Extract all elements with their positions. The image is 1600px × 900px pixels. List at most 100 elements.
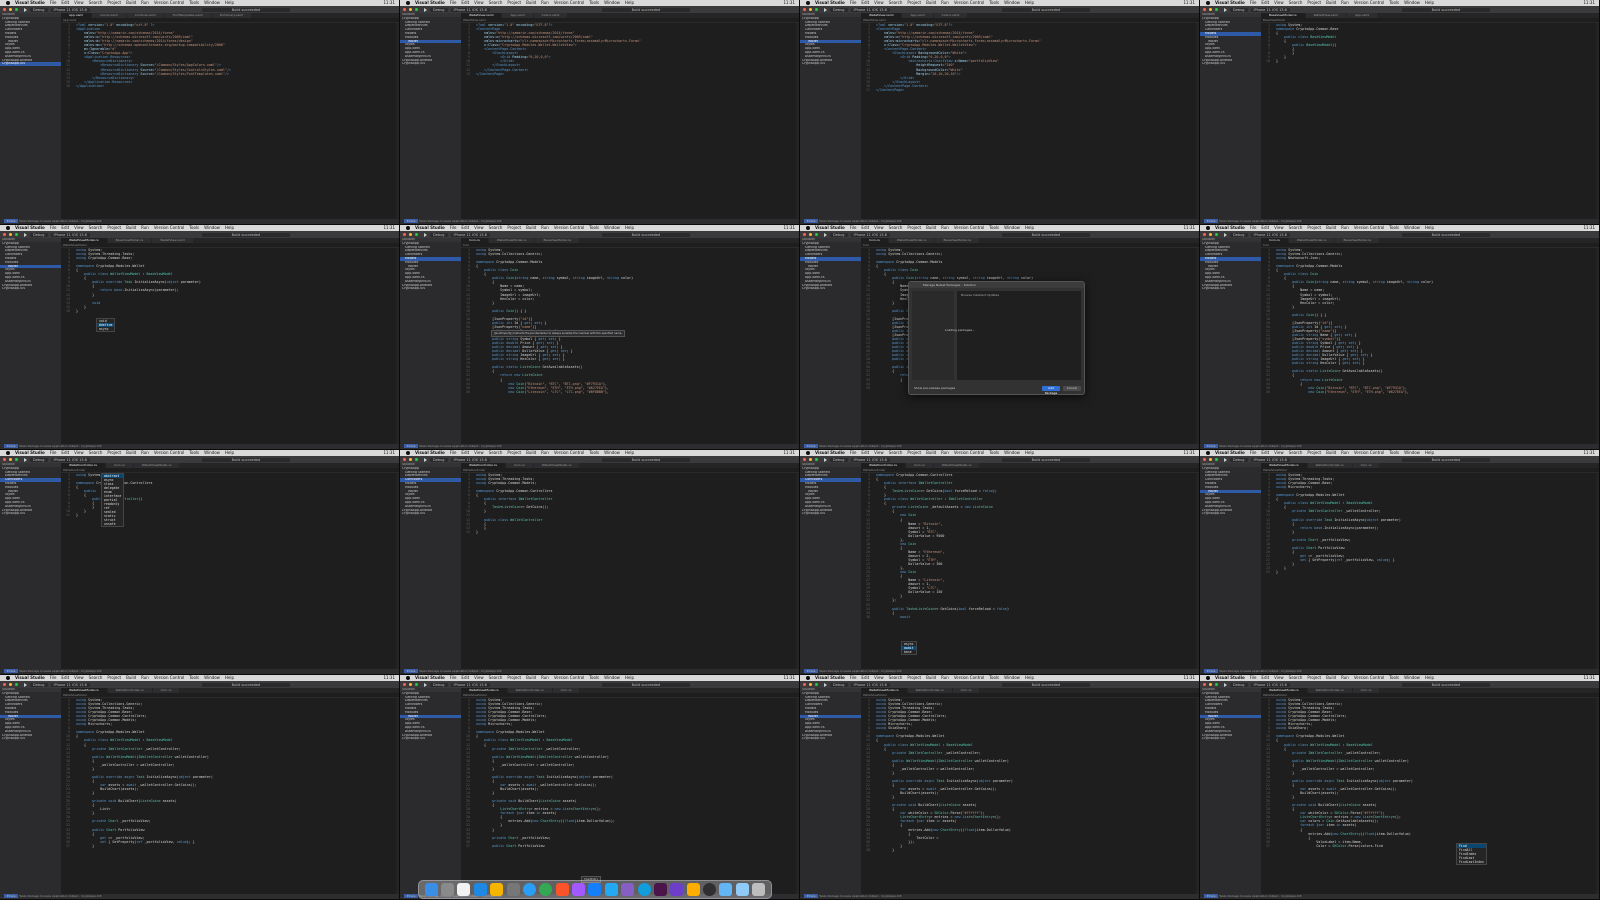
figma-icon[interactable] [572,883,586,896]
window-control-icon[interactable] [803,683,806,686]
window-control-icon[interactable] [1203,458,1206,461]
apple-icon[interactable] [406,451,410,455]
dialog-tabs[interactable]: Browse Installed Updates [957,291,1081,299]
device-select[interactable]: iPhone 11 iOS 13.6 [450,457,490,462]
launchpad-icon[interactable] [441,883,455,896]
apple-icon[interactable] [1206,1,1210,5]
apple-icon[interactable] [406,1,410,5]
device-select[interactable]: iPhone 11 iOS 13.6 [50,457,90,462]
window-control-icon[interactable] [815,683,818,686]
imovie-icon[interactable] [670,883,684,896]
errors-pad-button[interactable]: Errors [1204,444,1219,448]
tasks-pad-button[interactable]: Tasks [1219,669,1227,673]
package-console-button[interactable]: Package Console [28,894,52,898]
vscode-icon[interactable] [604,883,618,896]
build-config-select[interactable]: Debug [830,682,848,687]
app-output-button[interactable]: Application Output - CryptoApp.iOS [452,669,501,673]
package-console-button[interactable]: Package Console [828,669,852,673]
code-editor[interactable]: 1 <?xml version="1.0" encoding="UTF-8"?> 2… [461,23,796,219]
window-control-icon[interactable] [1215,683,1218,686]
build-config-select[interactable]: Debug [430,232,448,237]
vertical-scrollbar[interactable] [396,698,399,894]
errors-pad-button[interactable]: Errors [4,669,19,673]
apple-icon[interactable] [806,451,810,455]
keynote-icon[interactable] [490,883,504,896]
apple-icon[interactable] [1206,676,1210,680]
apple-icon[interactable] [6,1,10,5]
window-control-icon[interactable] [1209,233,1212,236]
package-console-button[interactable]: Package Console [428,669,452,673]
run-icon[interactable] [24,457,27,462]
tasks-pad-button[interactable]: Tasks [819,669,827,673]
run-icon[interactable] [24,7,27,12]
window-control-icon[interactable] [809,8,812,11]
package-console-button[interactable]: Package Console [828,219,852,223]
build-config-select[interactable]: Debug [430,682,448,687]
device-select[interactable]: iPhone 11 iOS 13.6 [1250,7,1290,12]
window-control-icon[interactable] [1215,233,1218,236]
code-editor[interactable]: 1 namespace CryptoApp.Common.Controllers 2… [861,473,1196,669]
app-output-button[interactable]: Application Output - CryptoApp.iOS [852,219,901,223]
apple-icon[interactable] [806,226,810,230]
window-control-icon[interactable] [803,233,806,236]
window-control-icon[interactable] [815,8,818,11]
tasks-pad-button[interactable]: Tasks [819,219,827,223]
run-icon[interactable] [24,682,27,687]
errors-pad-button[interactable]: Errors [404,444,419,448]
code-editor[interactable]: 1 using System; 2 using System.Collections.… [1261,698,1596,894]
window-control-icon[interactable] [409,683,412,686]
apple-icon[interactable] [1206,451,1210,455]
device-select[interactable]: iPhone 11 iOS 13.6 [850,682,890,687]
completion-list[interactable]: abstract async class delegate enum interface p… [101,473,125,527]
app-output-button[interactable]: Application Output - CryptoApp.iOS [1252,219,1301,223]
solution-tree-item[interactable]: CryptoApp.iOS [400,62,461,66]
apple-icon[interactable] [806,676,810,680]
window-control-icon[interactable] [1209,458,1212,461]
solution-tree-item[interactable]: CryptoApp.iOS [0,287,61,291]
app-output-button[interactable]: Application Output - CryptoApp.iOS [452,219,501,223]
app-output-button[interactable]: Application Output - CryptoApp.iOS [452,444,501,448]
app-output-button[interactable]: Application Output - CryptoApp.iOS [52,444,101,448]
device-select[interactable]: iPhone 11 iOS 13.6 [50,232,90,237]
completion-list[interactable]: void #define async [96,318,116,332]
vertical-scrollbar[interactable] [796,248,799,444]
device-select[interactable]: iPhone 11 iOS 13.6 [50,7,90,12]
vertical-scrollbar[interactable] [796,23,799,219]
window-control-icon[interactable] [809,458,812,461]
window-control-icon[interactable] [15,458,18,461]
window-control-icon[interactable] [1203,8,1206,11]
window-control-icon[interactable] [9,683,12,686]
apple-icon[interactable] [406,226,410,230]
vertical-scrollbar[interactable] [1196,698,1199,894]
solution-tree-item[interactable]: CryptoApp.iOS [800,62,861,66]
window-control-icon[interactable] [15,683,18,686]
package-console-button[interactable]: Package Console [28,669,52,673]
apple-icon[interactable] [6,226,10,230]
package-console-button[interactable]: Package Console [1228,219,1252,223]
completion-item[interactable]: async [97,327,114,331]
finder-icon[interactable] [424,883,438,896]
app-output-button[interactable]: Application Output - CryptoApp.iOS [1252,894,1301,898]
window-control-icon[interactable] [9,458,12,461]
completion-item[interactable]: unsafe [102,522,123,526]
build-config-select[interactable]: Debug [30,457,48,462]
edge-icon[interactable] [637,883,651,896]
window-control-icon[interactable] [403,233,406,236]
code-editor[interactable]: 1 <?xml version="1.0" encoding="UTF-8"?> 2… [861,23,1196,219]
trash-icon[interactable] [752,883,766,896]
solution-tree-item[interactable]: CryptoApp.iOS [0,737,61,741]
window-control-icon[interactable] [415,683,418,686]
build-config-select[interactable]: Debug [30,682,48,687]
run-icon[interactable] [24,232,27,237]
build-config-select[interactable]: Debug [830,7,848,12]
run-icon[interactable] [1224,457,1227,462]
prerelease-checkbox[interactable]: Show pre-release packages [914,386,955,390]
run-icon[interactable] [424,232,427,237]
run-icon[interactable] [824,682,827,687]
tasks-pad-button[interactable]: Tasks [1219,894,1227,898]
run-icon[interactable] [1224,7,1227,12]
device-select[interactable]: iPhone 11 iOS 13.6 [850,232,890,237]
completion-item[interactable]: FindLastIndex [1457,860,1486,864]
solution-tree-item[interactable]: CryptoApp.iOS [1200,62,1261,66]
window-control-icon[interactable] [15,8,18,11]
